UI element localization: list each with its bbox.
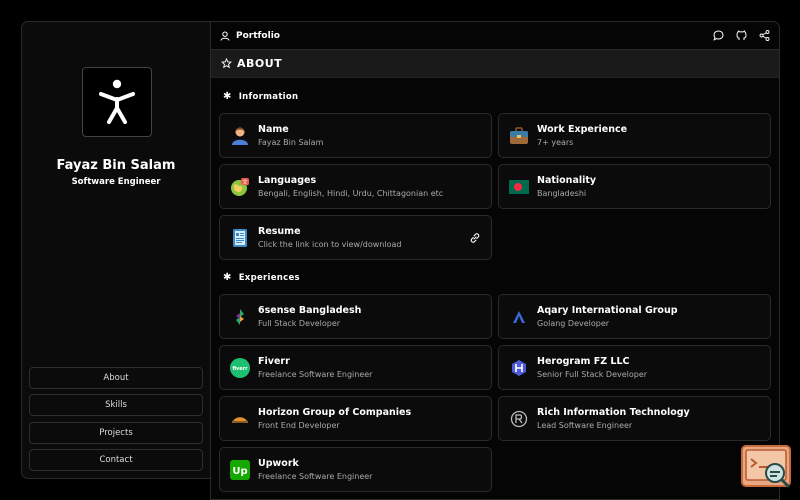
- herogram-logo-icon: [509, 358, 529, 378]
- code-search-icon: [745, 449, 790, 488]
- experience-card-horizon: Horizon Group of Companies Front End Dev…: [219, 396, 492, 441]
- profile-sidebar: Fayaz Bin Salam Software Engineer About …: [21, 21, 211, 479]
- company-name: Horizon Group of Companies: [258, 407, 412, 418]
- section-title: ABOUT: [237, 57, 283, 70]
- info-value: Bengali, English, Hindi, Urdu, Chittagon…: [258, 189, 444, 198]
- section-header: ABOUT: [211, 50, 779, 78]
- info-value: Fayaz Bin Salam: [258, 138, 324, 147]
- experience-card-rich-it: Rich Information Technology Lead Softwar…: [498, 396, 771, 441]
- company-name: Herogram FZ LLC: [537, 356, 630, 367]
- info-title: Nationality: [537, 175, 597, 186]
- floating-search-widget[interactable]: [741, 445, 791, 488]
- info-card-name: Name Fayaz Bin Salam: [219, 113, 492, 158]
- info-card-work-experience: Work Experience 7+ years: [498, 113, 771, 158]
- job-role: Freelance Software Engineer: [258, 370, 373, 379]
- chat-icon[interactable]: [713, 30, 724, 41]
- information-heading-label: Information: [238, 91, 299, 102]
- link-icon[interactable]: [469, 232, 481, 244]
- company-name: 6sense Bangladesh: [258, 305, 362, 316]
- svg-text:fiverr: fiverr: [232, 366, 248, 372]
- experience-card-fiverr: fiverr Fiverr Freelance Software Enginee…: [219, 345, 492, 390]
- star-icon: [221, 58, 232, 69]
- horizon-logo-icon: [230, 409, 250, 429]
- briefcase-icon: [509, 126, 529, 146]
- person-icon: [230, 126, 250, 146]
- nav-projects-button[interactable]: Projects: [29, 422, 203, 444]
- experience-card-aqary: Aqary International Group Golang Develop…: [498, 294, 771, 339]
- profile-role: Software Engineer: [71, 177, 161, 187]
- experiences-heading-label: Experiences: [238, 272, 300, 283]
- rich-it-logo-icon: [509, 409, 529, 429]
- bangladesh-flag-icon: [509, 177, 529, 197]
- job-role: Golang Developer: [537, 319, 610, 328]
- accessibility-person-icon: [99, 79, 135, 124]
- languages-icon: 文: [230, 177, 250, 197]
- company-name: Rich Information Technology: [537, 407, 690, 418]
- experiences-heading: ✱ Experiences: [223, 272, 300, 283]
- experience-card-6sense: 6sense Bangladesh Full Stack Developer: [219, 294, 492, 339]
- 6sense-logo-icon: [230, 307, 250, 327]
- svg-text:Up: Up: [232, 466, 247, 477]
- job-role: Freelance Software Engineer: [258, 472, 373, 481]
- info-title: Work Experience: [537, 124, 628, 135]
- info-card-nationality: Nationality Bangladeshi: [498, 164, 771, 209]
- asterisk-icon: ✱: [223, 91, 232, 102]
- info-value: 7+ years: [537, 138, 574, 147]
- nav-contact-button[interactable]: Contact: [29, 449, 203, 471]
- company-name: Aqary International Group: [537, 305, 678, 316]
- fiverr-logo-icon: fiverr: [230, 357, 250, 378]
- info-title: Languages: [258, 175, 317, 186]
- experience-card-upwork: Up Upwork Freelance Software Engineer: [219, 447, 492, 492]
- aqary-logo-icon: [509, 307, 529, 327]
- avatar: [82, 67, 152, 137]
- profile-name: Fayaz Bin Salam: [56, 158, 176, 173]
- job-role: Front End Developer: [258, 421, 340, 430]
- info-card-languages: 文 Languages Bengali, English, Hindi, Urd…: [219, 164, 492, 209]
- main-panel: Portfolio ABOUT ✱ Information Name Fayaz…: [210, 21, 780, 500]
- info-title: Resume: [258, 226, 301, 237]
- asterisk-icon: ✱: [223, 272, 232, 283]
- job-role: Full Stack Developer: [258, 319, 341, 328]
- upwork-logo-icon: Up: [230, 459, 250, 480]
- company-name: Upwork: [258, 458, 299, 469]
- user-icon: [220, 31, 230, 41]
- app-title: Portfolio: [236, 30, 280, 41]
- info-card-resume: Resume Click the link icon to view/downl…: [219, 215, 492, 260]
- info-value: Click the link icon to view/download: [258, 240, 402, 249]
- company-name: Fiverr: [258, 356, 290, 367]
- experience-card-herogram: Herogram FZ LLC Senior Full Stack Develo…: [498, 345, 771, 390]
- job-role: Lead Software Engineer: [537, 421, 633, 430]
- github-icon[interactable]: [736, 30, 747, 41]
- nav-skills-button[interactable]: Skills: [29, 394, 203, 416]
- resume-icon: [230, 228, 250, 248]
- information-heading: ✱ Information: [223, 91, 298, 102]
- info-title: Name: [258, 124, 289, 135]
- top-bar: Portfolio: [211, 22, 779, 50]
- share-icon[interactable]: [759, 30, 770, 41]
- nav-about-button[interactable]: About: [29, 367, 203, 389]
- svg-text:文: 文: [242, 178, 248, 186]
- info-value: Bangladeshi: [537, 189, 587, 198]
- job-role: Senior Full Stack Developer: [537, 370, 648, 379]
